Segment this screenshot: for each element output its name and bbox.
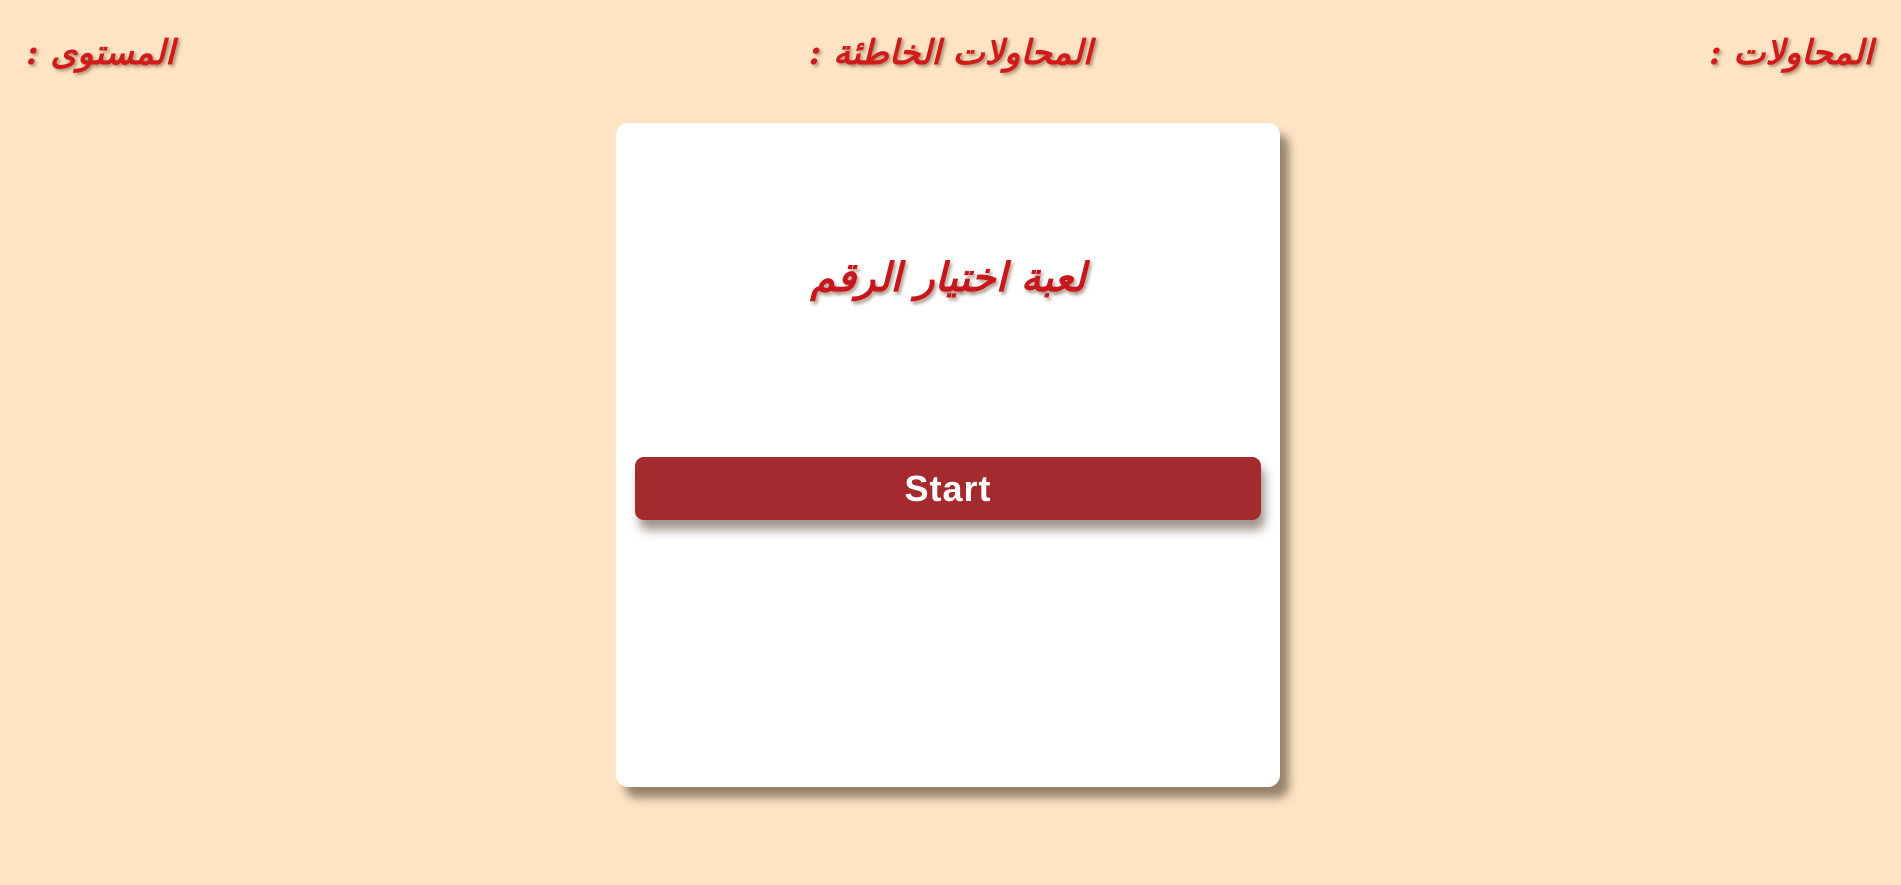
level-label: المستوى : (26, 33, 175, 73)
game-title: لعبة اختيار الرقم (810, 254, 1086, 301)
game-card: لعبة اختيار الرقم Start (616, 123, 1280, 787)
attempts-label: المحاولات : (1709, 33, 1873, 73)
start-button[interactable]: Start (635, 457, 1261, 520)
wrong-attempts-label: المحاولات الخاطئة : (808, 33, 1093, 73)
